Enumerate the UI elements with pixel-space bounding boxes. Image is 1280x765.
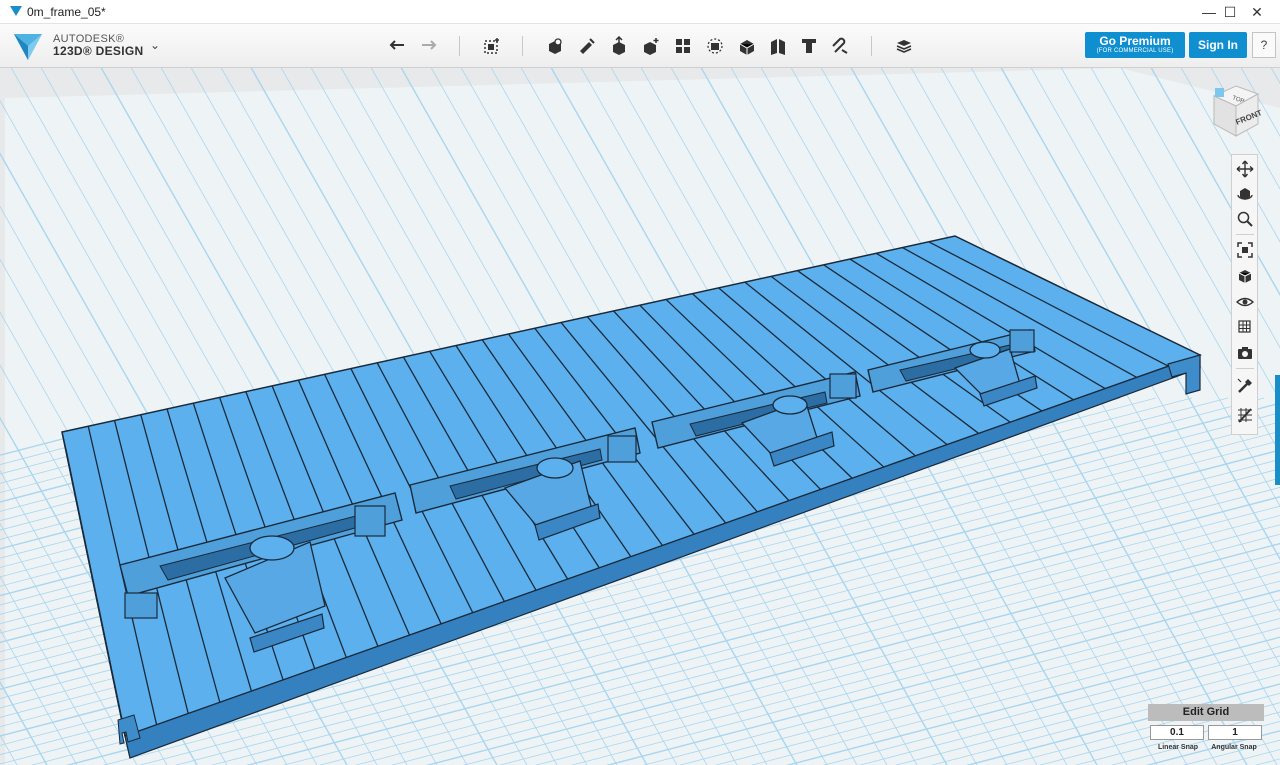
snap-settings-icon[interactable] (1236, 377, 1254, 395)
linear-snap-field[interactable]: 0.1 (1150, 725, 1204, 740)
nav-separator (1236, 368, 1254, 369)
go-premium-label: Go Premium (1099, 34, 1171, 48)
views-icon[interactable] (1236, 267, 1254, 285)
3d-viewport[interactable]: TOP FRONT (0, 68, 1280, 765)
screenshot-icon[interactable] (1236, 344, 1254, 362)
toolbar-separator (871, 36, 872, 56)
transform-icon[interactable] (480, 34, 504, 58)
close-button[interactable]: ✕ (1234, 0, 1280, 24)
navigation-bar (1231, 154, 1258, 435)
pan-icon[interactable] (1236, 160, 1254, 178)
fit-icon[interactable] (1236, 241, 1254, 259)
edit-grid-button[interactable]: Edit Grid (1148, 704, 1264, 721)
linear-snap-label: Linear Snap (1157, 744, 1199, 751)
materials-outlines-icon[interactable] (1236, 318, 1254, 336)
nav-separator (1236, 234, 1254, 235)
group-icon[interactable] (703, 34, 727, 58)
edit-grid-icon[interactable] (1236, 406, 1254, 424)
brand-product: 123D® DESIGN (53, 44, 144, 58)
sign-in-button[interactable]: Sign In (1189, 32, 1247, 58)
undo-icon[interactable] (386, 34, 410, 58)
text-icon[interactable] (797, 34, 821, 58)
combine-icon[interactable] (735, 34, 759, 58)
pattern-icon[interactable] (671, 34, 695, 58)
angular-snap-label: Angular Snap (1211, 744, 1257, 751)
window-title-bar: 0m_frame_05* — ☐ ✕ (0, 0, 1280, 24)
sketch-icon[interactable] (575, 34, 599, 58)
redo-icon[interactable] (416, 34, 440, 58)
orbit-icon[interactable] (1236, 185, 1254, 203)
primitives-icon[interactable] (543, 34, 567, 58)
toolbar-separator (459, 36, 460, 56)
app-toolbar: AUTODESK® 123D® DESIGN ⌄ Go Premium (FOR… (0, 24, 1280, 68)
go-premium-sublabel: (FOR COMMERCIAL USE) (1096, 48, 1174, 54)
3d-scene[interactable]: TOP FRONT (0, 68, 1280, 765)
angular-snap-field[interactable]: 1 (1208, 725, 1262, 740)
go-premium-button[interactable]: Go Premium (FOR COMMERCIAL USE) (1085, 32, 1185, 58)
visibility-icon[interactable] (1236, 293, 1254, 311)
construct-icon[interactable] (607, 34, 631, 58)
window-title: 0m_frame_05* (27, 5, 106, 19)
zoom-icon[interactable] (1236, 210, 1254, 228)
modify-icon[interactable] (639, 34, 663, 58)
app-icon (10, 6, 22, 16)
app-menu-chevron-icon[interactable]: ⌄ (150, 38, 160, 52)
side-panel-tab[interactable] (1275, 375, 1280, 485)
snap-icon[interactable] (828, 34, 852, 58)
material-icon[interactable] (892, 34, 916, 58)
snap-settings-panel: Edit Grid 0.1 1 Linear Snap Angular Snap (1148, 704, 1264, 760)
toolbar-separator (522, 36, 523, 56)
autodesk-logo[interactable] (10, 28, 46, 64)
measure-icon[interactable] (766, 34, 790, 58)
help-button[interactable]: ? (1252, 32, 1276, 58)
